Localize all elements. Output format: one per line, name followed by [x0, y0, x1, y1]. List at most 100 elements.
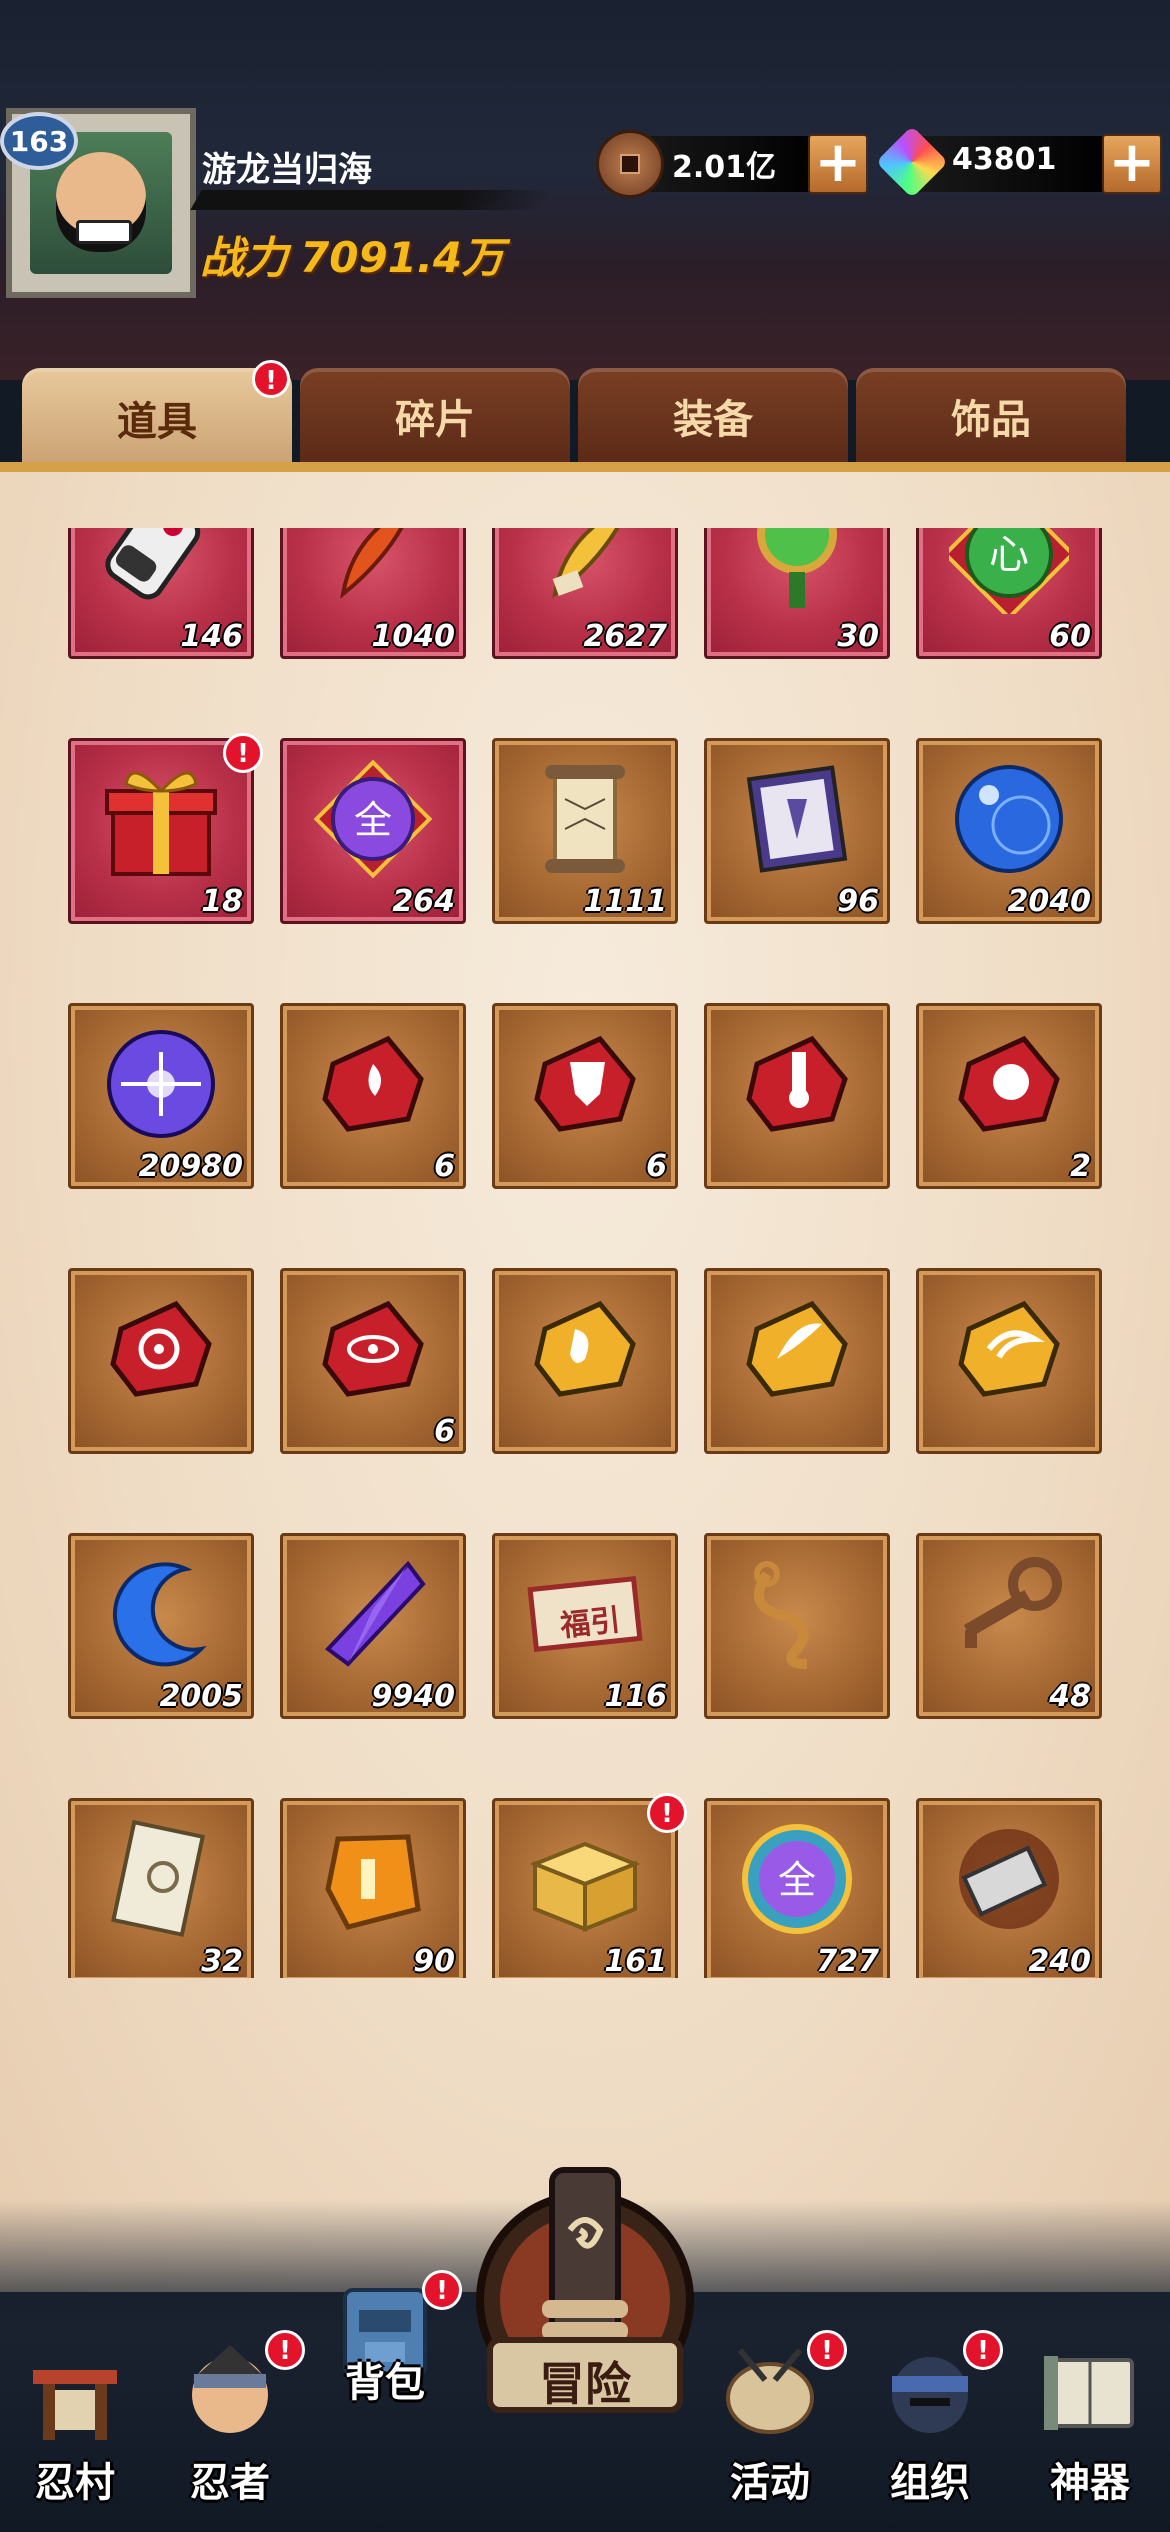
inventory-item[interactable]	[916, 1268, 1102, 1454]
inventory-item[interactable]: 20980	[68, 1003, 254, 1189]
tab-fragments[interactable]: 碎片	[300, 368, 570, 464]
inventory-item[interactable]: 全 264	[280, 738, 466, 924]
svg-text:心: 心	[989, 532, 1029, 578]
item-count: 2005	[159, 1679, 244, 1714]
item-alert-icon: !	[223, 733, 263, 773]
nav-organization-alert-icon: !	[963, 2330, 1003, 2370]
inventory-item[interactable]: 161!	[492, 1793, 687, 1978]
purple-crystal-icon	[325, 1560, 426, 1667]
inventory-item[interactable]: 32	[68, 1798, 254, 1978]
inventory-item[interactable]: 1040	[280, 528, 466, 659]
inventory-item[interactable]: 240	[916, 1798, 1102, 1978]
inventory-item[interactable]	[704, 1533, 890, 1719]
tab-accessories-label: 饰品	[951, 397, 1031, 443]
nav-events-alert-icon: !	[807, 2330, 847, 2370]
tab-accessories[interactable]: 饰品	[856, 368, 1126, 464]
inventory-item[interactable]: 2040	[916, 738, 1102, 924]
brush-stone-icon	[746, 1035, 848, 1132]
inventory-item[interactable]: 2627	[492, 528, 678, 659]
all-orb-icon: 全	[313, 759, 433, 879]
gift-box-icon	[105, 771, 217, 876]
nav-ninjas[interactable]: 忍者 !	[155, 2330, 305, 2510]
inventory-item[interactable]: 6	[492, 1003, 678, 1189]
drum-icon	[726, 2348, 814, 2434]
gem-amount: 43801	[952, 142, 1057, 177]
inventory-item[interactable]	[704, 1268, 890, 1454]
gold-feather-icon	[552, 528, 620, 599]
inventory-item[interactable]: 9940	[280, 1533, 466, 1719]
inventory-item[interactable]: 48	[916, 1533, 1102, 1719]
inventory-item[interactable]: 18!	[68, 733, 263, 924]
item-count: 264	[392, 884, 455, 919]
add-coins-button[interactable]: +	[808, 134, 868, 194]
shield-stone-icon	[534, 1035, 636, 1132]
green-heart-orb-icon: 心	[949, 528, 1069, 614]
inventory-grid: 146 1040 2627 30 心 60 18! 全 264 1111 96 2040 20980 6 6…	[0, 528, 1170, 1978]
item-count: 161	[604, 1944, 667, 1978]
tab-equipment-label: 装备	[673, 397, 753, 443]
target-stone-icon	[110, 1300, 212, 1397]
blue-moon-icon	[113, 1562, 207, 1667]
item-count: 96	[837, 884, 879, 919]
nav-organization[interactable]: 组织 !	[855, 2330, 1005, 2510]
inventory-item[interactable]: 6	[280, 1268, 466, 1454]
tab-items-alert-icon: !	[252, 360, 290, 398]
inventory-item[interactable]: 146	[68, 528, 254, 659]
inventory-item[interactable]	[704, 1003, 890, 1189]
item-count: 2	[1070, 1149, 1091, 1184]
inventory-item[interactable]: 6	[280, 1003, 466, 1189]
inventory-item[interactable]: 心 60	[916, 528, 1102, 659]
svg-text:全: 全	[778, 1858, 816, 1902]
item-count: 1111	[583, 884, 668, 919]
item-count: 6	[646, 1149, 667, 1184]
bronze-key-icon	[963, 1557, 1062, 1648]
tab-equipment[interactable]: 装备	[578, 368, 848, 464]
inventory-item[interactable]	[492, 1268, 678, 1454]
inventory-item[interactable]: 30	[704, 528, 890, 659]
tab-fragments-label: 碎片	[395, 397, 475, 443]
item-count: 2040	[1007, 884, 1092, 919]
nav-backpack-label: 背包	[345, 2360, 425, 2406]
item-alert-icon: !	[647, 1793, 687, 1833]
item-count: 48	[1049, 1679, 1091, 1714]
nav-village[interactable]: 忍村	[0, 2330, 150, 2510]
item-count: 116	[604, 1679, 667, 1714]
item-count: 1040	[371, 619, 456, 654]
item-count: 9940	[371, 1679, 456, 1714]
seal-paper-icon	[111, 1819, 206, 1937]
inventory-tabs: 道具 ! 碎片 装备 饰品	[0, 360, 1170, 470]
nav-events[interactable]: 活动 !	[695, 2330, 847, 2510]
inventory-item[interactable]: 1111	[492, 738, 678, 924]
amber-stone-icon	[325, 1834, 421, 1930]
nav-artifacts[interactable]: 神器	[1015, 2330, 1165, 2510]
name-underline-decoration	[190, 190, 552, 210]
item-count: 240	[1028, 1944, 1091, 1978]
nav-backpack[interactable]: 背包 !	[310, 2250, 462, 2430]
item-count: 2627	[583, 619, 668, 654]
inventory-item[interactable]: 2	[916, 1003, 1102, 1189]
add-gems-button[interactable]: +	[1102, 134, 1162, 194]
tab-items-label: 道具	[117, 399, 197, 445]
gold-box-icon	[529, 1841, 641, 1932]
nav-village-label: 忍村	[35, 2460, 115, 2506]
coin-amount: 2.01亿	[672, 150, 777, 185]
inventory-item[interactable]: 96	[704, 738, 890, 924]
blue-orb-icon	[955, 765, 1063, 873]
item-count: 30	[837, 619, 879, 654]
gold-flame-stone-icon	[746, 1300, 848, 1397]
fire-stone-icon	[322, 1035, 424, 1132]
inventory-item[interactable]: 90	[280, 1798, 466, 1978]
item-count: 18	[201, 884, 243, 919]
nav-ninjas-alert-icon: !	[265, 2330, 305, 2370]
tab-divider	[0, 462, 1170, 472]
nav-ninjas-label: 忍者	[190, 2460, 270, 2506]
inventory-item[interactable]	[68, 1268, 254, 1454]
adventure-button[interactable]: 冒险	[470, 2150, 700, 2430]
artifact-book-icon	[1044, 2356, 1134, 2430]
inventory-item[interactable]: 全 727	[704, 1798, 890, 1978]
item-count: 20980	[138, 1149, 243, 1184]
item-count: 727	[816, 1944, 879, 1978]
item-count: 60	[1049, 619, 1091, 654]
inventory-item[interactable]: 2005	[68, 1533, 254, 1719]
inventory-item[interactable]: 福引 116	[492, 1533, 678, 1719]
